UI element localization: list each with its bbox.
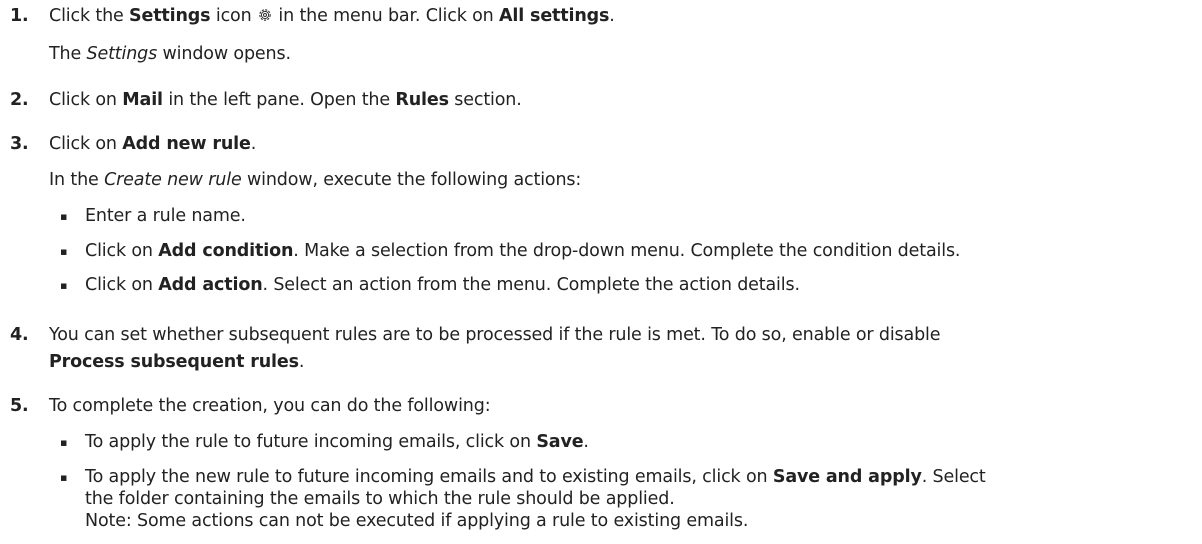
bullet-marker: ▪	[60, 210, 68, 223]
step-text: Click on Mail in the left pane. Open the…	[49, 90, 522, 110]
step-note: In the Create new rule window, execute t…	[49, 170, 582, 190]
bullet-marker: ▪	[60, 436, 68, 449]
step-text: Click the Settings icon in the menu bar.…	[49, 6, 615, 26]
list-item: To apply the new rule to future incoming…	[85, 467, 986, 487]
list-item-note: Note: Some actions can not be executed i…	[85, 511, 749, 531]
step-number: 3.	[10, 134, 29, 154]
list-item: Enter a rule name.	[85, 206, 246, 226]
list-item: Click on Add action. Select an action fr…	[85, 275, 800, 295]
ui-term-all-settings: All settings	[499, 6, 610, 26]
bullet-marker: ▪	[60, 279, 68, 292]
list-item: To apply the rule to future incoming ema…	[85, 432, 589, 452]
step-text-cont: Process subsequent rules.	[49, 352, 305, 372]
instructions-document: 1. Click the Settings icon in the menu b…	[0, 0, 1202, 544]
step-text: You can set whether subsequent rules are…	[49, 325, 941, 345]
step-number: 1.	[10, 6, 29, 26]
list-item: Click on Add condition. Make a selection…	[85, 241, 961, 261]
step-number: 4.	[10, 325, 29, 345]
step-text: To complete the creation, you can do the…	[49, 396, 491, 416]
gear-icon	[259, 9, 271, 21]
step-number: 5.	[10, 396, 29, 416]
step-result: The Settings window opens.	[49, 44, 291, 64]
step-text: Click on Add new rule.	[49, 134, 257, 154]
bullet-marker: ▪	[60, 245, 68, 258]
ui-term-settings: Settings	[129, 6, 211, 26]
step-number: 2.	[10, 90, 29, 110]
list-item-cont: the folder containing the emails to whic…	[85, 489, 675, 509]
bullet-marker: ▪	[60, 471, 68, 484]
